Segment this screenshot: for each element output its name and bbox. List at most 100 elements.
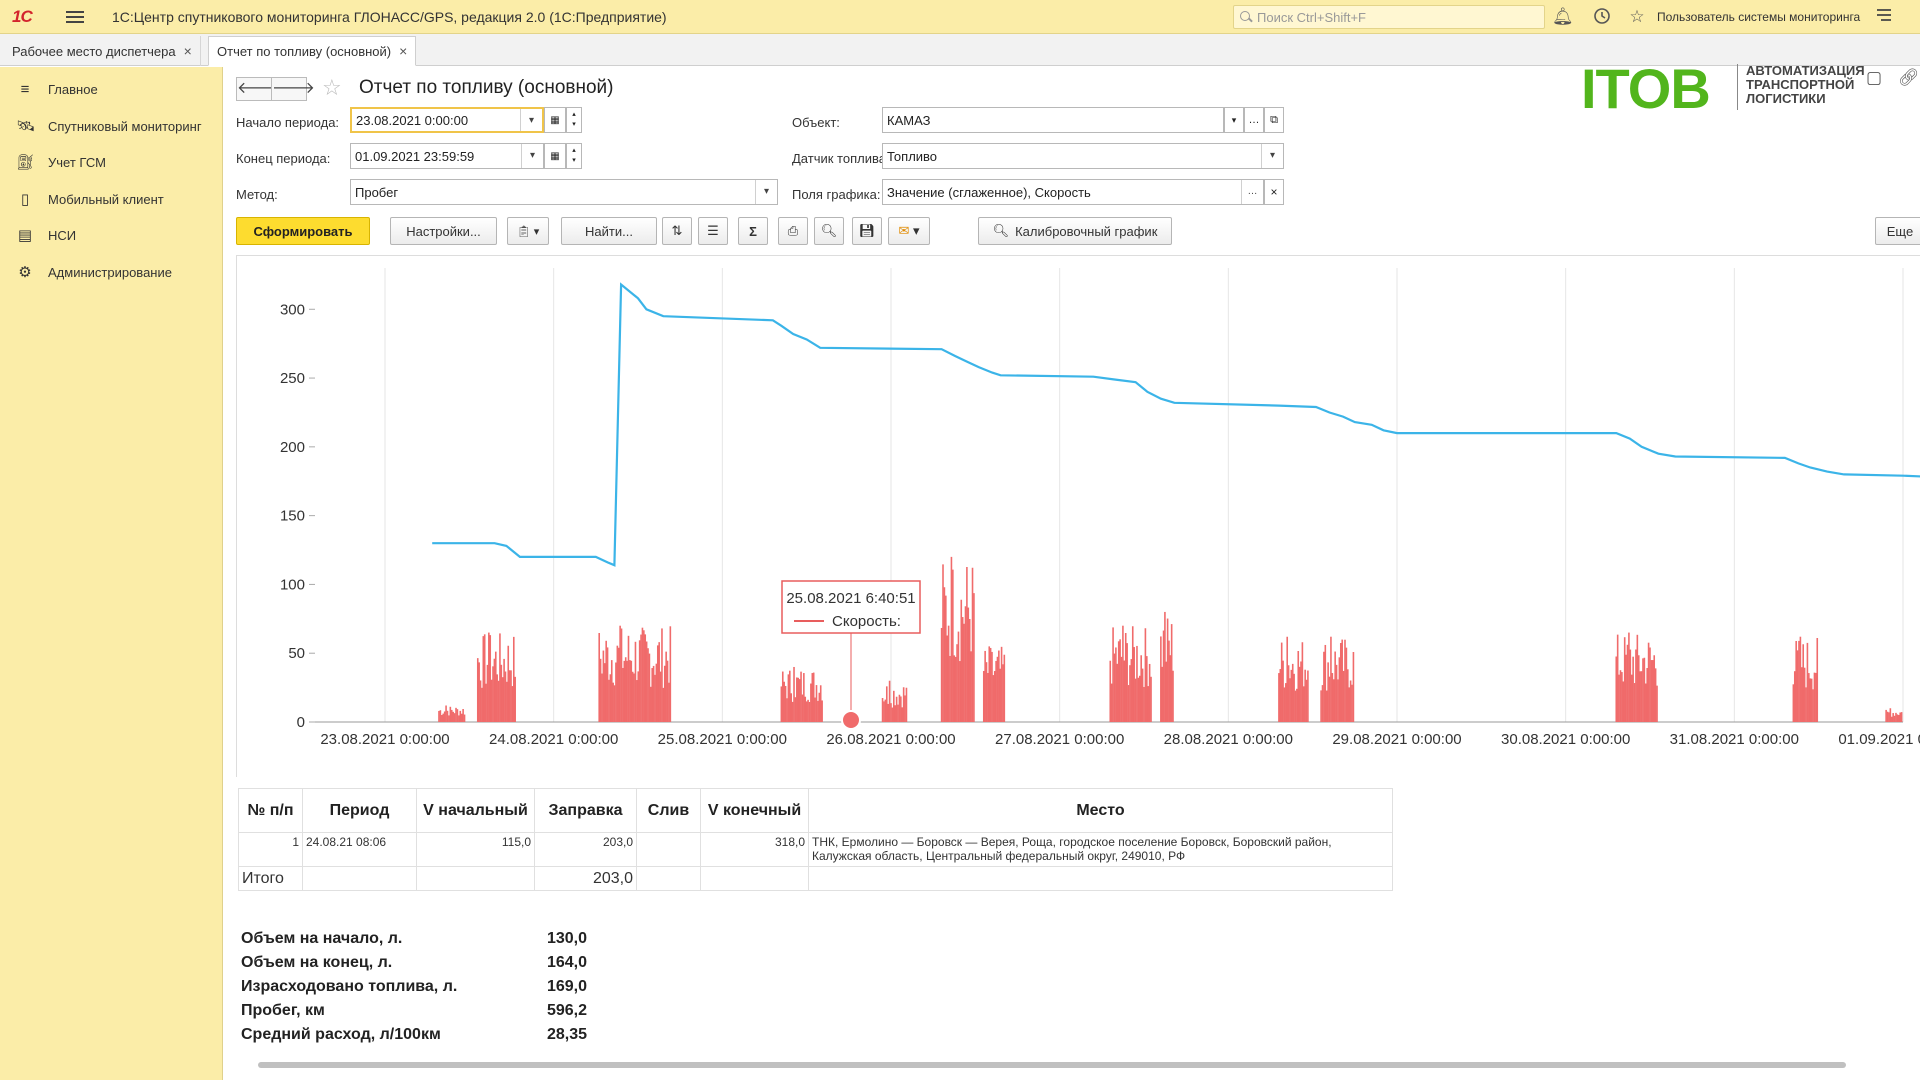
- chart-fields-label: Поля графика:: [792, 187, 881, 202]
- fuel-chart[interactable]: 23.08.2021 0:00:00 24.08.2021 0:00:00 25.0…: [237, 256, 1920, 778]
- sort-icon[interactable]: ⇅: [662, 217, 692, 245]
- summary-mileage: Пробег, км 596,2: [241, 1002, 587, 1019]
- back-button[interactable]: 🡐: [236, 77, 280, 101]
- global-search-input[interactable]: Поиск Ctrl+Shift+F: [1233, 5, 1545, 29]
- end-period-spinner[interactable]: ▴ ▾: [566, 143, 582, 169]
- x-tick-label: 28.08.2021 0:00:00: [1164, 731, 1293, 748]
- main-menu-icon[interactable]: [66, 8, 84, 26]
- list-icon[interactable]: ☰: [698, 217, 728, 245]
- settings-menu-icon[interactable]: [1874, 7, 1894, 27]
- method-input[interactable]: Пробег ▾: [350, 179, 778, 205]
- tab-label: Рабочее место диспетчера: [12, 43, 176, 59]
- select-button[interactable]: …: [1241, 180, 1263, 204]
- sidebar-item-main[interactable]: ≡ Главное: [16, 77, 98, 101]
- y-tick-label: 0: [297, 714, 305, 731]
- end-period-input[interactable]: 01.09.2021 23:59:59 ▾: [350, 143, 544, 169]
- close-tab-icon[interactable]: ×: [399, 43, 407, 59]
- refuel-table: № п/п Период V начальный Заправка Слив V…: [238, 788, 1393, 891]
- cell-period: 24.08.21 08:06: [302, 832, 417, 867]
- sidebar-item-satellite-monitoring[interactable]: 🛰︎ Спутниковый мониторинг: [16, 114, 202, 138]
- forward-button[interactable]: 🡒: [271, 77, 315, 101]
- variants-button[interactable]: 📋︎ ▾: [507, 217, 549, 245]
- x-tick-label: 30.08.2021 0:00:00: [1501, 731, 1630, 748]
- sidebar-item-label: Спутниковый мониторинг: [48, 118, 202, 134]
- sidebar-item-label: Главное: [48, 81, 98, 97]
- calibration-chart-button[interactable]: 🔍︎ Калибровочный график: [978, 217, 1172, 245]
- table-row[interactable]: 1 24.08.21 08:06 115,0 203,0 318,0 ТНК, …: [238, 832, 1393, 867]
- send-email-button[interactable]: ✉ ▾: [888, 217, 930, 245]
- sidebar-item-mobile-client[interactable]: ▯ Мобильный клиент: [16, 187, 164, 211]
- cell-refuel: 203,0: [534, 832, 637, 867]
- start-period-spinner[interactable]: ▴ ▾: [566, 107, 582, 133]
- favorites-star-icon[interactable]: ☆: [1627, 7, 1647, 27]
- preview-icon[interactable]: 🔍︎: [814, 217, 844, 245]
- x-tick-label: 25.08.2021 0:00:00: [658, 731, 787, 748]
- dropdown-icon[interactable]: ▾: [520, 109, 542, 131]
- title-bar: 1С 1С:Центр спутникового мониторинга ГЛО…: [0, 0, 1920, 34]
- dropdown-icon[interactable]: ▾: [755, 180, 777, 204]
- sum-icon[interactable]: Σ: [738, 217, 768, 245]
- tooltip-time: 25.08.2021 6:40:51: [786, 590, 915, 607]
- history-icon[interactable]: [1592, 7, 1612, 27]
- tooltip-marker: [841, 710, 861, 730]
- phone-icon: ▯: [20, 191, 30, 208]
- y-tick-label: 200: [280, 439, 305, 456]
- fuel-pump-icon: ⛽︎: [16, 154, 36, 171]
- summary-fuel-consumed: Израсходовано топлива, л. 169,0: [241, 978, 587, 995]
- method-label: Метод:: [236, 187, 278, 202]
- clear-icon[interactable]: ×: [1264, 179, 1284, 205]
- object-select-button[interactable]: …: [1244, 107, 1264, 133]
- find-button[interactable]: Найти...: [561, 217, 657, 245]
- y-tick-label: 300: [280, 301, 305, 318]
- sidebar-item-administration[interactable]: ⚙︎ Администрирование: [16, 260, 172, 284]
- col-header: Заправка: [534, 788, 637, 833]
- object-open-icon[interactable]: ⧉: [1264, 107, 1284, 133]
- x-tick-label: 01.09.2021 0:00:00: [1838, 731, 1920, 748]
- chart-fields-input[interactable]: Значение (сглаженное), Скорость …: [882, 179, 1264, 205]
- x-tick-label: 23.08.2021 0:00:00: [320, 731, 449, 748]
- object-input[interactable]: КАМАЗ: [882, 107, 1224, 133]
- settings-button[interactable]: Настройки...: [390, 217, 497, 245]
- col-header: Период: [302, 788, 417, 833]
- form-title: Отчет по топливу (основной): [359, 77, 614, 98]
- save-icon[interactable]: 💾︎: [852, 217, 882, 245]
- search-icon: 🔍︎: [992, 223, 1010, 238]
- search-placeholder: Поиск Ctrl+Shift+F: [1257, 9, 1366, 25]
- sidebar-item-label: Мобильный клиент: [48, 191, 164, 207]
- tab-fuel-report[interactable]: Отчет по топливу (основной) ×: [208, 36, 417, 66]
- y-tick-label: 150: [280, 508, 305, 525]
- summary-end-volume: Объем на конец, л. 164,0: [241, 954, 587, 971]
- horizontal-scrollbar[interactable]: [258, 1062, 1846, 1068]
- sidebar-item-reference-data[interactable]: ▤ НСИ: [16, 223, 76, 247]
- fuel-sensor-input[interactable]: Топливо ▾: [882, 143, 1284, 169]
- dropdown-icon[interactable]: ▾: [521, 144, 543, 168]
- app-title: 1С:Центр спутникового мониторинга ГЛОНАС…: [112, 8, 667, 25]
- close-tab-icon[interactable]: ×: [184, 43, 192, 59]
- y-tick-label: 100: [280, 576, 305, 593]
- dropdown-icon[interactable]: ▾: [1261, 144, 1283, 168]
- more-button[interactable]: Еще: [1875, 217, 1920, 245]
- generate-button[interactable]: Сформировать: [236, 217, 370, 245]
- object-dropdown-icon[interactable]: ▾: [1224, 107, 1244, 133]
- itob-tagline: АВТОМАТИЗАЦИЯ ТРАНСПОРТНОЙ ЛОГИСТИКИ: [1746, 63, 1865, 106]
- sidebar-item-label: Администрирование: [48, 264, 172, 280]
- tab-dispatcher-workplace[interactable]: Рабочее место диспетчера ×: [4, 36, 201, 66]
- calendar-icon[interactable]: ▦: [544, 143, 566, 169]
- y-tick-label: 250: [280, 370, 305, 387]
- sidebar-item-fuel-accounting[interactable]: ⛽︎ Учет ГСМ: [16, 150, 106, 174]
- table-header-row: № п/п Период V начальный Заправка Слив V…: [238, 788, 1393, 833]
- bell-icon[interactable]: 🔔︎: [1552, 7, 1574, 27]
- print-icon[interactable]: ⎙: [778, 217, 808, 245]
- print-preview-icon[interactable]: ▢: [1864, 68, 1884, 88]
- cell-v-start: 115,0: [416, 832, 535, 867]
- summary-avg-consumption: Средний расход, л/100км 28,35: [241, 1026, 587, 1043]
- clipboard-icon: 📋︎: [516, 225, 531, 238]
- current-user[interactable]: Пользователь системы мониторинга: [1657, 10, 1860, 24]
- x-tick-label: 27.08.2021 0:00:00: [995, 731, 1124, 748]
- envelope-icon: ✉: [898, 223, 910, 238]
- app-logo: 1С: [12, 6, 33, 26]
- favorite-star-icon[interactable]: ☆: [322, 75, 342, 101]
- start-period-input[interactable]: 23.08.2021 0:00:00 ▾: [350, 107, 544, 133]
- calendar-icon[interactable]: ▦: [544, 107, 566, 133]
- link-icon[interactable]: 🔗︎: [1898, 68, 1920, 88]
